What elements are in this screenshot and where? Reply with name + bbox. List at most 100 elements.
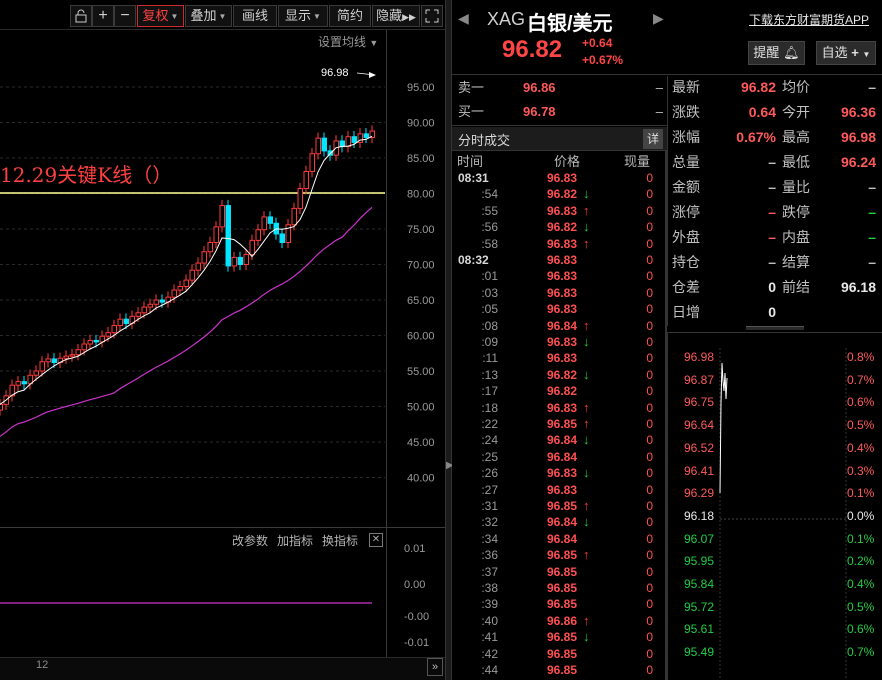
- stat-label: 量比: [782, 179, 810, 195]
- double-right-icon[interactable]: »: [427, 658, 443, 676]
- tick-row[interactable]: :27 96.83 0: [452, 482, 667, 498]
- prev-symbol-icon[interactable]: ◀: [458, 10, 469, 27]
- candle-body: [315, 137, 321, 155]
- tick-row[interactable]: :26 96.83 ↓ 0: [452, 465, 667, 481]
- stat-value: 96.82: [740, 79, 776, 95]
- switch-indicator-button[interactable]: 换指标: [322, 534, 358, 548]
- tick-row[interactable]: :22 96.85 ↑ 0: [452, 416, 667, 432]
- change-percent: +0.67%: [582, 53, 624, 67]
- tick-row[interactable]: :32 96.84 ↓ 0: [452, 514, 667, 530]
- display-button[interactable]: 显示 ▼: [278, 5, 328, 27]
- candle-body: [0, 403, 3, 411]
- tick-price: 96.84: [547, 433, 578, 448]
- tick-price: 96.85: [547, 417, 578, 431]
- tick-row[interactable]: :39 96.85 0: [452, 596, 667, 612]
- tick-time: :40: [481, 613, 498, 628]
- tick-row[interactable]: :13 96.82 ↓ 0: [452, 367, 667, 383]
- candle-body: [81, 343, 87, 351]
- tick-time: :42: [481, 646, 498, 661]
- add-indicator-button[interactable]: 加指标: [277, 534, 313, 548]
- tick-row[interactable]: :09 96.83 ↓ 0: [452, 334, 667, 350]
- price-axis-label: 50.00: [407, 402, 435, 414]
- tick-row[interactable]: :08 96.84 ↑ 0: [452, 318, 667, 334]
- stats-collapse-handle[interactable]: [746, 326, 804, 330]
- mini-pct-label: 0.5%: [847, 599, 875, 614]
- tick-price: 96.83: [547, 203, 578, 218]
- price-axis-label: 80.00: [407, 189, 435, 201]
- stat-label: 均价: [782, 79, 810, 95]
- candle-body: [93, 339, 99, 343]
- chevron-down-icon: ▼: [862, 50, 871, 59]
- price-axis-label: 90.00: [407, 118, 435, 130]
- tick-time: :13: [481, 367, 498, 382]
- tick-row[interactable]: :56 96.82 ↓ 0: [452, 219, 667, 235]
- add-watchlist-button[interactable]: 自选 + ▼: [816, 41, 876, 65]
- candle-body: [15, 381, 21, 386]
- tick-volume: 0: [646, 449, 653, 464]
- tick-row[interactable]: :37 96.85 0: [452, 564, 667, 580]
- hide-button[interactable]: 隐藏▶▶: [372, 5, 420, 27]
- tick-row[interactable]: :41 96.85 ↓ 0: [452, 629, 667, 645]
- tick-price: 96.84: [547, 318, 578, 333]
- tick-row[interactable]: :31 96.85 ↑ 0: [452, 498, 667, 514]
- tick-row[interactable]: :11 96.83 0: [452, 350, 667, 366]
- tick-row[interactable]: :05 96.83 0: [452, 301, 667, 317]
- candle-body: [309, 153, 315, 172]
- fullscreen-icon[interactable]: [421, 5, 443, 27]
- candle-body: [105, 332, 111, 337]
- tick-volume: 0: [646, 253, 653, 267]
- tick-row[interactable]: :01 96.83 0: [452, 268, 667, 284]
- tick-row[interactable]: :54 96.82 ↓ 0: [452, 186, 667, 202]
- change-params-button[interactable]: 改参数: [232, 534, 268, 548]
- tick-row[interactable]: :44 96.85 0: [452, 662, 667, 678]
- tick-row[interactable]: :38 96.85 0: [452, 580, 667, 596]
- download-app-link[interactable]: 下载东方财富期货APP: [749, 11, 869, 28]
- pane-splitter[interactable]: [445, 0, 452, 680]
- zoom-out-icon[interactable]: −: [114, 5, 136, 27]
- adjust-rights-button[interactable]: 复权 ▼: [137, 5, 184, 27]
- candle-body: [153, 299, 159, 305]
- tick-time: :01: [481, 269, 498, 284]
- tick-time: :39: [481, 597, 498, 612]
- overlay-button[interactable]: 叠加 ▼: [185, 5, 232, 27]
- tick-row[interactable]: :42 96.85 0: [452, 646, 667, 662]
- arrow-down-icon: ↓: [583, 186, 590, 202]
- tick-price: 96.85: [547, 548, 578, 563]
- candle-body: [141, 306, 147, 314]
- tick-price: 96.83: [547, 253, 578, 267]
- tick-volume: 0: [646, 220, 653, 235]
- tick-volume: 0: [646, 285, 653, 300]
- tick-row[interactable]: 08:32 96.83 0: [452, 252, 667, 268]
- lock-icon[interactable]: [70, 5, 92, 27]
- ask-row[interactable]: 卖一 96.86 –: [458, 76, 663, 100]
- tick-volume: 0: [646, 187, 653, 202]
- mini-pct-label: 0.1%: [847, 531, 875, 546]
- alert-button[interactable]: 提醒 🔔︎: [748, 41, 805, 65]
- tick-row[interactable]: :40 96.86 ↑ 0: [452, 613, 667, 629]
- simple-mode-button[interactable]: 简约: [329, 5, 371, 27]
- bid-row[interactable]: 买一 96.78 –: [458, 100, 663, 124]
- tick-row[interactable]: :55 96.83 ↑ 0: [452, 203, 667, 219]
- tick-time: :27: [481, 482, 498, 497]
- tick-row[interactable]: :34 96.84 0: [452, 531, 667, 547]
- next-symbol-icon[interactable]: ▶: [653, 10, 664, 27]
- tick-price: 96.83: [547, 335, 578, 349]
- tick-row[interactable]: :24 96.84 ↓ 0: [452, 432, 667, 448]
- tick-row[interactable]: :25 96.84 0: [452, 449, 667, 465]
- zoom-in-icon[interactable]: +: [92, 5, 114, 27]
- stat-label: 仓差: [672, 279, 700, 295]
- tick-row[interactable]: :03 96.83 0: [452, 285, 667, 301]
- candlestick-chart[interactable]: 95.00 90.00 85.00 80.00 75.00 70.00 65.00 60.00…: [0, 30, 445, 658]
- x-axis-label: 12: [36, 659, 49, 671]
- tick-row[interactable]: :18 96.83 ↑ 0: [452, 400, 667, 416]
- ticks-detail-button[interactable]: 详: [643, 129, 663, 149]
- indicator-axis: 0.01 0.00 -0.00 -0.01: [404, 543, 429, 649]
- tick-row[interactable]: 08:31 96.83 0: [452, 170, 667, 186]
- close-icon[interactable]: ✕: [369, 533, 383, 547]
- tick-row[interactable]: :17 96.82 0: [452, 383, 667, 399]
- draw-line-button[interactable]: 画线: [233, 5, 277, 27]
- stats-row: 涨跌 0.64 今开 96.36: [672, 100, 880, 125]
- tick-row[interactable]: :36 96.85 ↑ 0: [452, 547, 667, 563]
- tick-time: :24: [481, 433, 498, 448]
- tick-row[interactable]: :58 96.83 ↑ 0: [452, 236, 667, 252]
